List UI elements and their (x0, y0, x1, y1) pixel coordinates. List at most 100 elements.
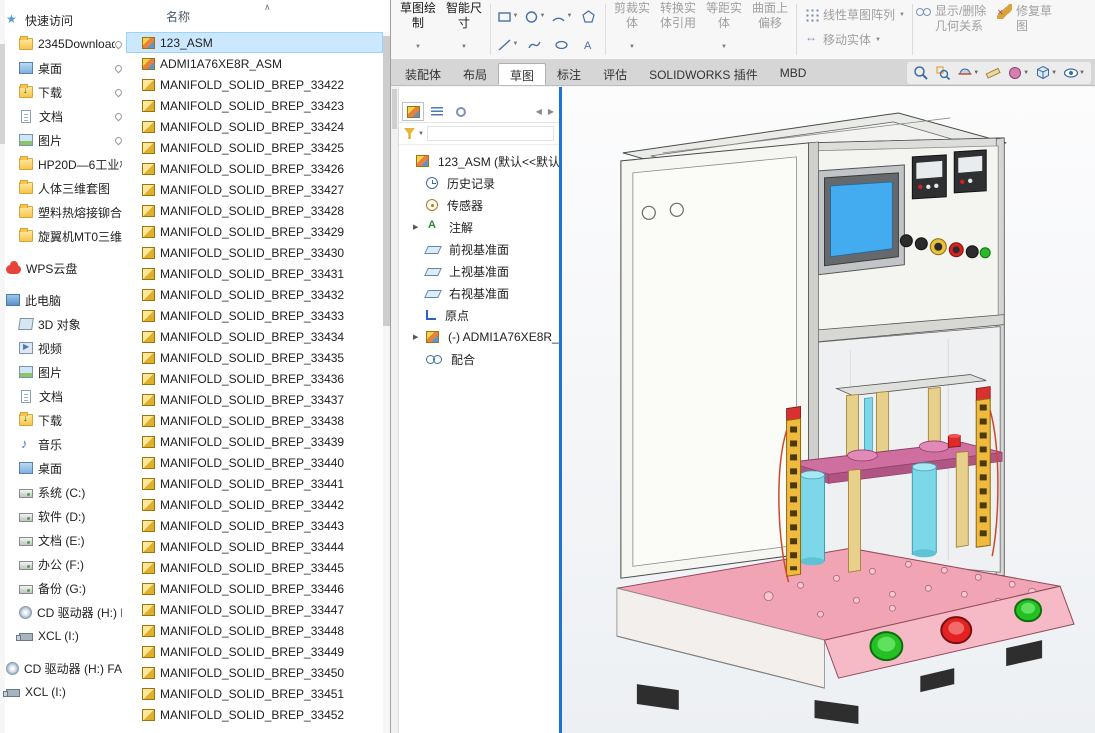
nav-item[interactable]: 塑料热熔接铆合机三 (0, 200, 125, 224)
zoom-fit-icon[interactable] (913, 65, 929, 81)
file-row[interactable]: MANIFOLD_SOLID_BREP_33430 (126, 242, 383, 263)
tree-item[interactable]: ▶ 历史记录 (399, 172, 559, 194)
file-row[interactable]: MANIFOLD_SOLID_BREP_33452 (126, 704, 383, 725)
file-row[interactable]: MANIFOLD_SOLID_BREP_33446 (126, 578, 383, 599)
command-button[interactable]: 剪裁实体 ▼ (609, 0, 655, 59)
file-row[interactable]: MANIFOLD_SOLID_BREP_33432 (126, 284, 383, 305)
file-row[interactable]: MANIFOLD_SOLID_BREP_33440 (126, 452, 383, 473)
nav-item[interactable]: 旋翼机MT0三维模型 (0, 224, 125, 248)
file-row[interactable]: MANIFOLD_SOLID_BREP_33438 (126, 410, 383, 431)
nav-item[interactable]: XCL (I:) (0, 680, 125, 704)
file-row[interactable]: MANIFOLD_SOLID_BREP_33422 (126, 74, 383, 95)
display-style-icon[interactable]: ▼ (1035, 65, 1057, 81)
panel-scroll-left-icon[interactable]: ◀ (534, 107, 544, 116)
nav-item[interactable]: CD 驱动器 (H:) FAST (0, 656, 125, 680)
nav-item[interactable]: 音乐 (0, 432, 125, 456)
featuremanager-tab[interactable] (402, 102, 424, 121)
nav-item[interactable]: 文档 (0, 104, 125, 128)
section-view-icon[interactable]: ▼ (957, 65, 979, 81)
sketch-polygon-icon[interactable] (575, 2, 602, 30)
dropdown-caret-icon[interactable]: ▼ (899, 12, 905, 18)
command-button[interactable]: 移动实体 ▼ (804, 31, 905, 48)
sketch-arc-icon[interactable]: ▼ (548, 2, 575, 30)
zoom-area-icon[interactable] (935, 65, 951, 81)
nav-item[interactable]: HP20D—6工业机器 (0, 152, 125, 176)
nav-item[interactable]: 下载 (0, 408, 125, 432)
file-row[interactable]: MANIFOLD_SOLID_BREP_33441 (126, 473, 383, 494)
file-row[interactable]: MANIFOLD_SOLID_BREP_33424 (126, 116, 383, 137)
expand-arrow-icon[interactable]: ▶ (413, 223, 422, 231)
file-row[interactable]: MANIFOLD_SOLID_BREP_33447 (126, 599, 383, 620)
panel-edge-scrollbar[interactable] (391, 87, 399, 733)
nav-item[interactable]: 视频 (0, 336, 125, 360)
nav-item[interactable]: 下载 (0, 80, 125, 104)
nav-item[interactable]: 办公 (F:) (0, 552, 125, 576)
ribbon-tab[interactable]: 布局 (452, 63, 498, 85)
nav-item[interactable]: 桌面 (0, 56, 125, 80)
file-row[interactable]: MANIFOLD_SOLID_BREP_33434 (126, 326, 383, 347)
sketch-spline-icon[interactable] (521, 30, 548, 58)
file-row[interactable]: MANIFOLD_SOLID_BREP_33444 (126, 536, 383, 557)
nav-item[interactable]: 系统 (C:) (0, 480, 125, 504)
ribbon-tab[interactable]: MBD (769, 63, 818, 85)
tree-root-item[interactable]: ▶ 123_ASM (默认<<默认>_ (399, 150, 559, 172)
tree-item[interactable]: ▶ 原点 (399, 304, 559, 326)
nav-scrollbar-thumb[interactable] (0, 44, 5, 144)
column-header-name[interactable]: 名称 ∧ (126, 0, 390, 32)
command-button[interactable]: 智能尺寸 ▼ (441, 0, 487, 59)
command-button[interactable]: 显示/删除几何关系 (916, 0, 997, 59)
file-row[interactable]: MANIFOLD_SOLID_BREP_33433 (126, 305, 383, 326)
command-button[interactable]: 草图绘制 ▼ (395, 0, 441, 59)
measure-icon[interactable] (985, 65, 1001, 81)
file-row[interactable]: MANIFOLD_SOLID_BREP_33451 (126, 683, 383, 704)
file-row[interactable]: MANIFOLD_SOLID_BREP_33439 (126, 431, 383, 452)
filter-input[interactable] (427, 126, 554, 141)
command-button[interactable]: 等距实体 ▼ (701, 0, 747, 59)
nav-item[interactable]: 3D 对象 (0, 312, 125, 336)
file-row[interactable]: MANIFOLD_SOLID_BREP_33443 (126, 515, 383, 536)
tree-item[interactable]: ▶ 注解 (399, 216, 559, 238)
sketch-line-icon[interactable]: ▼ (494, 30, 521, 58)
panel-scroll-right-icon[interactable]: ▶ (546, 107, 556, 116)
command-button[interactable]: 修复草图 (997, 0, 1056, 59)
tree-item[interactable]: ▶ (-) ADMI1A76XE8R_ (399, 326, 559, 348)
nav-scrollbar[interactable] (0, 0, 5, 733)
configurationmanager-tab[interactable] (450, 102, 472, 121)
nav-item[interactable]: 软件 (D:) (0, 504, 125, 528)
file-row[interactable]: MANIFOLD_SOLID_BREP_33425 (126, 137, 383, 158)
nav-item[interactable]: 2345Download (0, 32, 125, 56)
filter-caret-icon[interactable]: ▼ (418, 131, 424, 137)
ribbon-tab[interactable]: SOLIDWORKS 插件 (638, 63, 769, 85)
nav-item[interactable]: 图片 (0, 128, 125, 152)
file-row[interactable]: MANIFOLD_SOLID_BREP_33428 (126, 200, 383, 221)
ribbon-tab[interactable]: 装配体 (394, 63, 452, 85)
dropdown-caret-icon[interactable]: ▼ (721, 40, 727, 55)
tree-item[interactable]: ▶ 右视基准面 (399, 282, 559, 304)
nav-item[interactable]: 文档 (0, 384, 125, 408)
nav-item[interactable]: 人体三维套图 (0, 176, 125, 200)
nav-item[interactable]: CD 驱动器 (H:) FAS (0, 600, 125, 624)
nav-item[interactable]: 图片 (0, 360, 125, 384)
nav-item[interactable]: 此电脑 (0, 288, 125, 312)
command-button[interactable]: 线性草图阵列 ▼ (804, 6, 905, 23)
file-row[interactable]: MANIFOLD_SOLID_BREP_33445 (126, 557, 383, 578)
file-row[interactable]: MANIFOLD_SOLID_BREP_33449 (126, 641, 383, 662)
file-row[interactable]: ADMI1A76XE8R_ASM (126, 53, 383, 74)
file-row[interactable]: MANIFOLD_SOLID_BREP_33429 (126, 221, 383, 242)
file-row[interactable]: MANIFOLD_SOLID_BREP_33423 (126, 95, 383, 116)
expand-arrow-icon[interactable]: ▶ (413, 333, 422, 341)
ribbon-tab[interactable]: 标注 (546, 63, 592, 85)
graphics-area[interactable] (562, 87, 1095, 733)
sketch-text-icon[interactable]: A (575, 30, 602, 58)
ribbon-tab[interactable]: 草图 (498, 63, 546, 85)
sketch-ellipse-icon[interactable] (548, 30, 575, 58)
nav-item[interactable]: 文档 (E:) (0, 528, 125, 552)
file-row[interactable]: MANIFOLD_SOLID_BREP_33437 (126, 389, 383, 410)
appearance-icon[interactable]: ▼ (1007, 65, 1029, 81)
nav-item[interactable]: WPS云盘 (0, 256, 125, 280)
file-row[interactable]: MANIFOLD_SOLID_BREP_33435 (126, 347, 383, 368)
tree-item[interactable]: ▶ 上视基准面 (399, 260, 559, 282)
filter-funnel-icon[interactable] (404, 128, 415, 139)
nav-item[interactable]: XCL (I:) (0, 624, 125, 648)
nav-item[interactable]: 快速访问 (0, 8, 125, 32)
